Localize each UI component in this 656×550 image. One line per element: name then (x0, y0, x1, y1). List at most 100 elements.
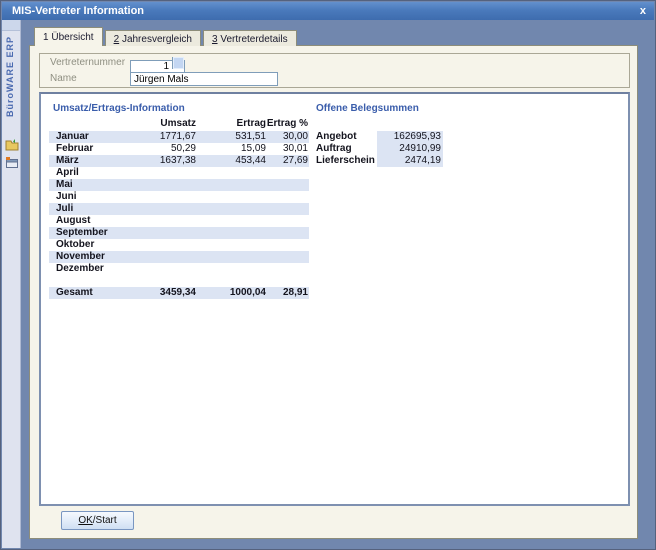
ertrag_pct-cell (266, 203, 308, 215)
ertrag-column-header: Ertrag (196, 118, 266, 130)
beleg-row: Lieferschein2474,19 (316, 155, 446, 167)
total-label: Gesamt (56, 287, 144, 299)
tab-label: Vertreterdetails (220, 34, 287, 45)
month-cell: Dezember (56, 263, 144, 275)
tab-label: Jahresvergleich (122, 34, 192, 45)
umsatz-cell (144, 203, 196, 215)
ertrag_pct-cell: 30,00 (266, 131, 308, 143)
vertreternummer-label: Vertreternummer (50, 57, 125, 68)
umsatz-cell: 1771,67 (144, 131, 196, 143)
mis-vertreter-window: MIS-Vertreter Information x BüroWARE ERP… (0, 0, 656, 550)
table-row: Juli (49, 203, 309, 215)
ertrag-cell (196, 227, 266, 239)
umsatz-section-title: Umsatz/Ertrags-Information (53, 103, 185, 114)
ertrag_pct-cell (266, 167, 308, 179)
total-umsatz: 3459,34 (144, 287, 196, 299)
tab-uebersicht[interactable]: 1 Übersicht (34, 27, 103, 46)
table-row: Mai (49, 179, 309, 191)
ertrag_pct-cell (266, 191, 308, 203)
vertreternummer-field (130, 56, 185, 70)
beleg-value: 24910,99 (377, 143, 443, 155)
header-form: Vertreternummer Name (39, 53, 630, 88)
beleg-value: 162695,93 (377, 131, 443, 143)
ertrag_pct-cell (266, 251, 308, 263)
tab-number: 1 (43, 32, 49, 43)
beleg-row: Angebot162695,93 (316, 131, 446, 143)
total-row: Gesamt 3459,34 1000,04 28,91 (49, 287, 309, 299)
beleg-rows: Angebot162695,93Auftrag24910,99Liefersch… (316, 131, 446, 167)
ertrag-cell: 531,51 (196, 131, 266, 143)
umsatz-cell (144, 191, 196, 203)
table-row: Oktober (49, 239, 309, 251)
beleg-label: Lieferschein (316, 155, 377, 167)
umsatz-cell: 1637,38 (144, 155, 196, 167)
ertrag-cell: 453,44 (196, 155, 266, 167)
window-list-icon[interactable] (5, 156, 19, 169)
tab-jahresvergleich[interactable]: 2 Jahresvergleich (105, 30, 201, 46)
umsatz-cell (144, 215, 196, 227)
ok-start-button[interactable]: OK/Start (61, 511, 134, 530)
ertrag_pct-cell (266, 239, 308, 251)
ertrag_pct-cell (266, 227, 308, 239)
ertrag-pct-column-header: Ertrag % (266, 118, 308, 130)
month-cell: Juni (56, 191, 144, 203)
month-cell: Oktober (56, 239, 144, 251)
lookup-spinner-button[interactable] (172, 57, 184, 69)
beleg-value: 2474,19 (377, 155, 443, 167)
umsatz-column-header: Umsatz (144, 118, 196, 130)
tab-number: 3 (212, 34, 218, 45)
table-row: Februar50,2915,0930,01 (49, 143, 309, 155)
month-column-header (56, 118, 144, 130)
month-cell: Mai (56, 179, 144, 191)
month-cell: Juli (56, 203, 144, 215)
table-row: April (49, 167, 309, 179)
sidebar-top-button[interactable] (2, 20, 20, 31)
table-row: November (49, 251, 309, 263)
ertrag-cell (196, 251, 266, 263)
name-input[interactable] (130, 72, 278, 86)
ok-label-rest: /Start (93, 515, 117, 526)
titlebar[interactable]: MIS-Vertreter Information x (2, 2, 654, 20)
ertrag-cell (196, 179, 266, 191)
table-row: August (49, 215, 309, 227)
table-row: Juni (49, 191, 309, 203)
month-cell: September (56, 227, 144, 239)
month-cell: November (56, 251, 144, 263)
tab-label: Übersicht (51, 32, 93, 43)
table-row: Januar1771,67531,5130,00 (49, 131, 309, 143)
content-panel: Umsatz/Ertrags-Information Umsatz Ertrag… (39, 92, 630, 506)
umsatz-cell (144, 251, 196, 263)
ertrag-cell (196, 191, 266, 203)
ok-label-hotkey: OK (78, 515, 92, 526)
month-cell: Januar (56, 131, 144, 143)
month-cell: August (56, 215, 144, 227)
ertrag-cell (196, 203, 266, 215)
umsatz-cell (144, 263, 196, 275)
ertrag_pct-cell (266, 179, 308, 191)
umsatz-cell (144, 227, 196, 239)
ertrag_pct-cell (266, 215, 308, 227)
umsatz-cell (144, 179, 196, 191)
umsatz-cell: 50,29 (144, 143, 196, 155)
tab-number: 2 (114, 34, 120, 45)
ertrag-cell (196, 215, 266, 227)
umsatz-cell (144, 239, 196, 251)
beleg-row: Auftrag24910,99 (316, 143, 446, 155)
window-title: MIS-Vertreter Information (12, 2, 144, 20)
ertrag-cell: 15,09 (196, 143, 266, 155)
month-cell: Februar (56, 143, 144, 155)
name-label: Name (50, 73, 77, 84)
ertrag-cell (196, 167, 266, 179)
ertrag-cell (196, 239, 266, 251)
month-cell: März (56, 155, 144, 167)
total-ertrag-pct: 28,91 (266, 287, 308, 299)
total-ertrag: 1000,04 (196, 287, 266, 299)
umsatz-rows: Januar1771,67531,5130,00Februar50,2915,0… (49, 131, 309, 275)
tab-vertreterdetails[interactable]: 3 Vertreterdetails (203, 30, 297, 46)
table-row: September (49, 227, 309, 239)
open-folder-icon[interactable] (5, 138, 19, 151)
table-row: Dezember (49, 263, 309, 275)
ertrag_pct-cell: 30,01 (266, 143, 308, 155)
close-icon[interactable]: x (640, 3, 646, 19)
beleg-section-title: Offene Belegsummen (316, 103, 419, 114)
